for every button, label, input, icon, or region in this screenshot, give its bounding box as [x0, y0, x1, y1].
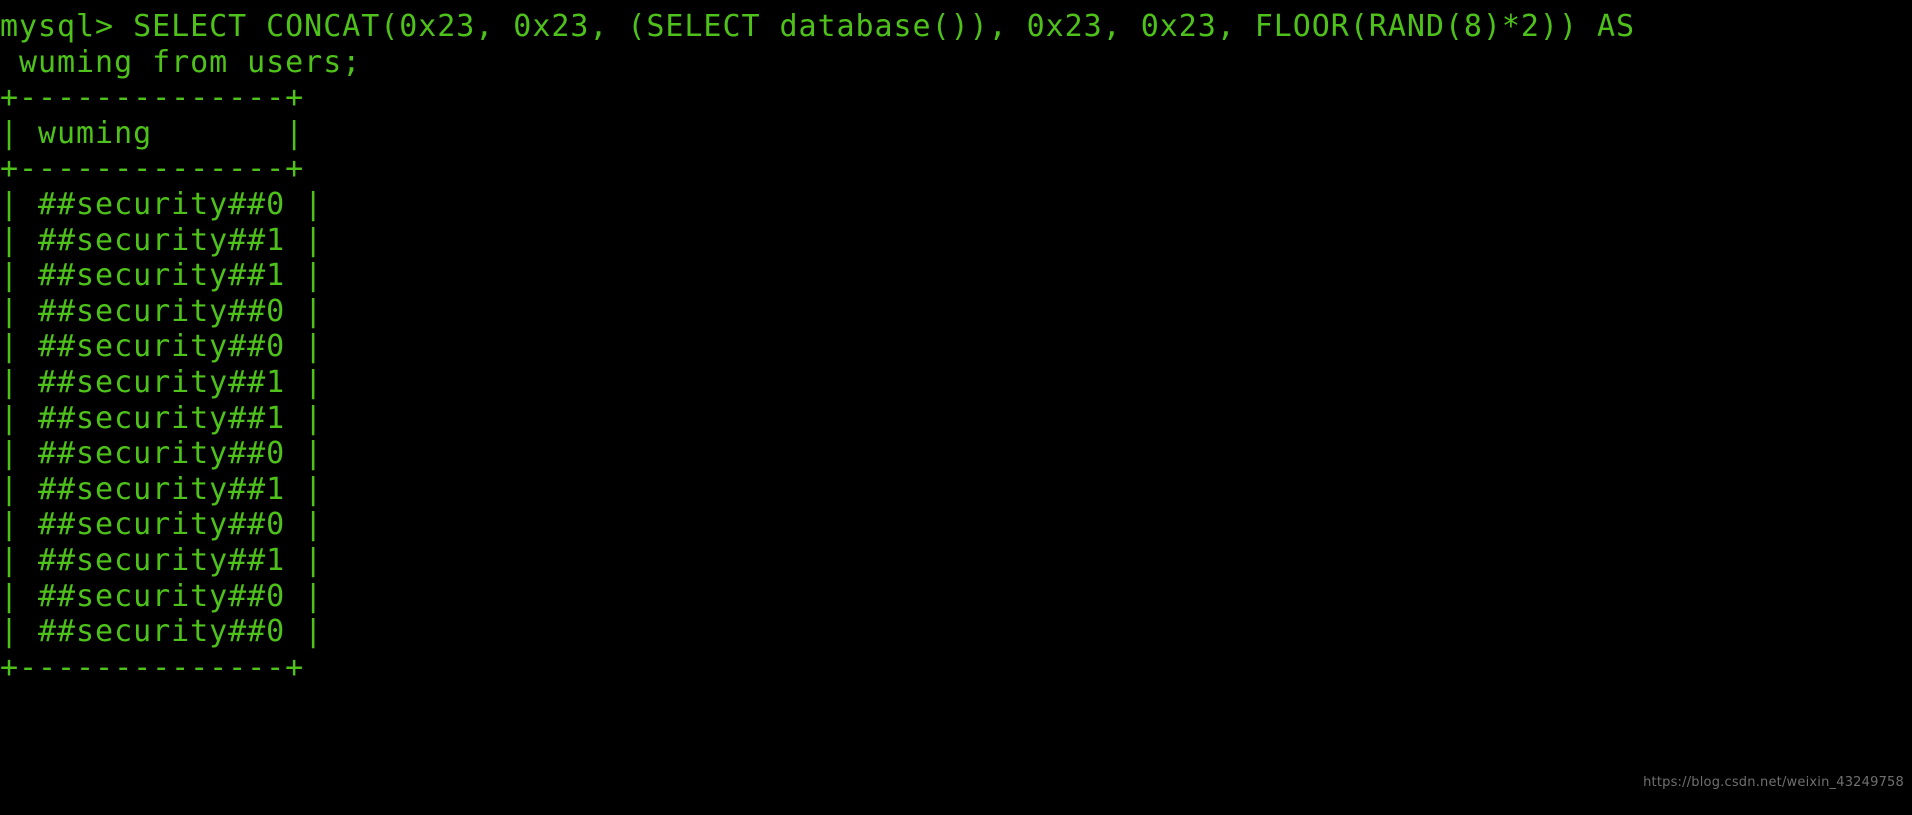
terminal-line: mysql> SELECT CONCAT(0x23, 0x23, (SELECT… [0, 9, 1635, 44]
terminal-line: +--------------+ [0, 151, 305, 187]
terminal-line: | ##security##0 | [0, 329, 324, 365]
terminal-line: | ##security##1 | [0, 258, 324, 294]
terminal-line: | ##security##1 | [0, 222, 324, 258]
terminal-line: | ##security##1 | [0, 364, 324, 400]
csdn-watermark: https://blog.csdn.net/weixin_43249758 [1643, 775, 1904, 790]
terminal-output: mysql> SELECT CONCAT(0x23, 0x23, (SELECT… [0, 9, 1912, 685]
terminal-line: | ##security##1 | [0, 471, 324, 507]
terminal-line: +--------------+ [0, 80, 305, 116]
terminal-line: | ##security##0 | [0, 293, 324, 329]
terminal-line: | ##security##1 | [0, 542, 324, 578]
terminal-window[interactable]: mysql> SELECT CONCAT(0x23, 0x23, (SELECT… [0, 0, 1912, 815]
terminal-line: | ##security##0 | [0, 614, 324, 650]
terminal-line: | wuming | [0, 115, 305, 151]
terminal-line: wuming from users; [0, 44, 362, 80]
terminal-line: | ##security##1 | [0, 400, 324, 436]
terminal-line: +--------------+ [0, 649, 305, 685]
terminal-line: | ##security##0 | [0, 436, 324, 472]
terminal-line: | ##security##0 | [0, 578, 324, 614]
terminal-line: | ##security##0 | [0, 186, 324, 222]
terminal-line: | ##security##0 | [0, 507, 324, 543]
